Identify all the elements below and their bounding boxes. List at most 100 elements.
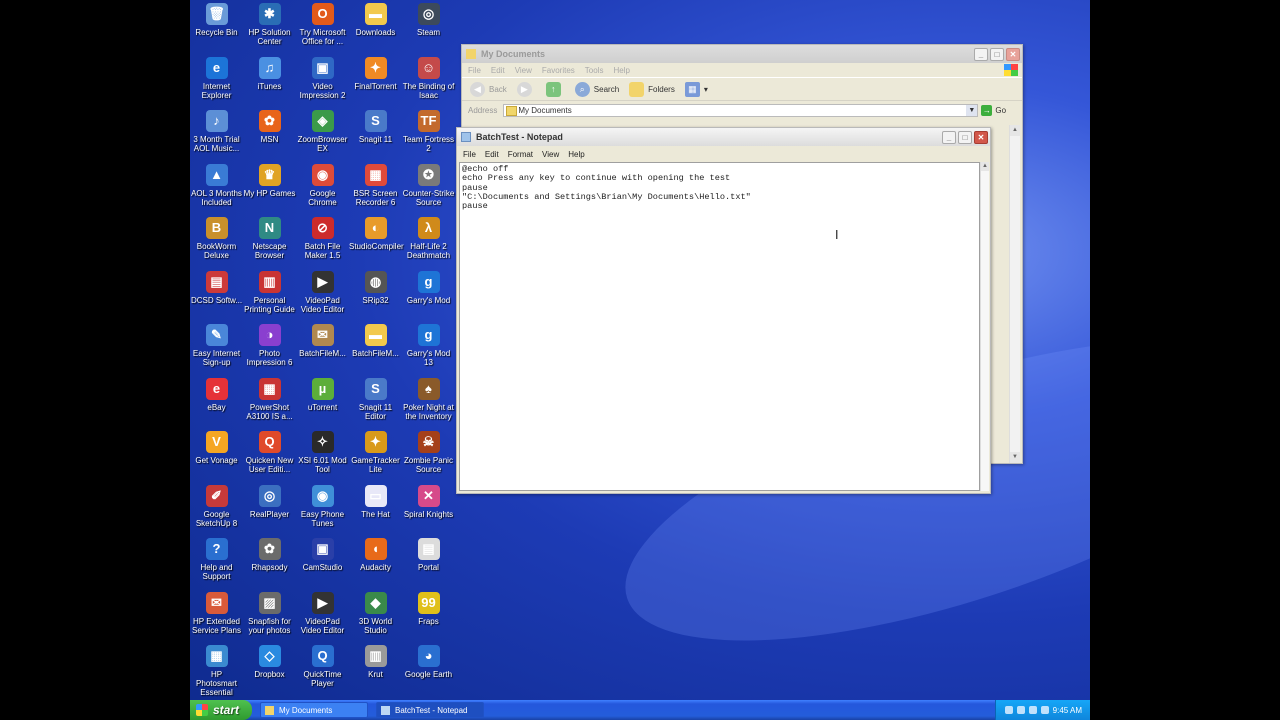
scroll-up-icon[interactable]: ▲	[1010, 125, 1020, 136]
desktop-icon-studiocompiler[interactable]: ◐ StudioCompiler	[349, 215, 404, 251]
desktop-icon-netscape-browser[interactable]: N Netscape Browser	[243, 215, 296, 260]
desktop-icon-downloads[interactable]: ▬ Downloads	[349, 1, 402, 37]
desktop-icon-easy-internet-sign-up[interactable]: ✎ Easy Internet Sign-up	[190, 322, 243, 367]
start-button[interactable]: start	[190, 700, 252, 720]
tray-network-icon[interactable]	[1016, 706, 1025, 714]
desktop-icon-zoombrowser-ex[interactable]: ◈ ZoomBrowser EX	[296, 108, 349, 153]
clock[interactable]: 9:45 AM	[1053, 706, 1082, 715]
desktop-icon-help-and-support[interactable]: ? Help and Support	[190, 536, 243, 581]
task-notepad[interactable]: BatchTest - Notepad	[376, 702, 484, 718]
desktop-icon-gametracker-lite[interactable]: ✦ GameTracker Lite	[349, 429, 402, 474]
desktop-icon-batch-file-maker-1-5[interactable]: ⊘ Batch File Maker 1.5	[296, 215, 349, 260]
desktop-icon-utorrent[interactable]: µ uTorrent	[296, 376, 349, 412]
desktop-icon-dropbox[interactable]: ◇ Dropbox	[243, 643, 296, 679]
my-documents-scrollbar[interactable]: ▲ ▼	[1009, 125, 1020, 463]
up-folder-button[interactable]: ↑	[545, 81, 565, 97]
maximize-button[interactable]: □	[958, 130, 972, 144]
desktop-icon-dcsd-softw[interactable]: ▤ DCSD Softw...	[190, 269, 243, 305]
scroll-down-icon[interactable]: ▼	[1010, 452, 1020, 463]
desktop-icon-get-vonage[interactable]: V Get Vonage	[190, 429, 243, 465]
desktop-icon-portal[interactable]: ▤ Portal	[402, 536, 455, 572]
minimize-button[interactable]: _	[942, 130, 956, 144]
maximize-button[interactable]: □	[990, 47, 1004, 61]
desktop-icon-hp-solution-center[interactable]: ✱ HP Solution Center	[243, 1, 296, 46]
desktop-icon-krut[interactable]: ▥ Krut	[349, 643, 402, 679]
desktop-icon-ebay[interactable]: e eBay	[190, 376, 243, 412]
desktop-icon-my-hp-games[interactable]: ♛ My HP Games	[243, 162, 296, 198]
desktop-icon-garry-s-mod[interactable]: g Garry's Mod	[402, 269, 455, 305]
menu-format[interactable]: Format	[508, 150, 533, 159]
notepad-text-area[interactable]: @echo off echo Press any key to continue…	[459, 162, 980, 491]
desktop-icon-counter-strike-source[interactable]: ✪ Counter-Strike Source	[402, 162, 455, 207]
desktop-icon-google-sketchup-8[interactable]: ✐ Google SketchUp 8	[190, 483, 243, 528]
desktop-icon-batchfilem[interactable]: ▬ BatchFileM...	[349, 322, 402, 358]
desktop-icon-rhapsody[interactable]: ✿ Rhapsody	[243, 536, 296, 572]
desktop-icon-personal-printing-guide[interactable]: ▥ Personal Printing Guide	[243, 269, 296, 314]
desktop-icon-the-binding-of-isaac[interactable]: ☺ The Binding of Isaac	[402, 55, 455, 100]
desktop-icon-poker-night-at-the-inventory[interactable]: ♠ Poker Night at the Inventory	[402, 376, 455, 421]
desktop-icon-videopad-video-editor[interactable]: ▶ VideoPad Video Editor	[296, 269, 349, 314]
desktop-icon-hp-photosmart-essential[interactable]: ▦ HP Photosmart Essential	[190, 643, 243, 697]
desktop-icon-half-life-2-deathmatch[interactable]: λ Half-Life 2 Deathmatch	[402, 215, 455, 260]
desktop-icon-realplayer[interactable]: ◎ RealPlayer	[243, 483, 296, 519]
menu-edit[interactable]: Edit	[491, 66, 505, 75]
desktop-icon-bookworm-deluxe[interactable]: B BookWorm Deluxe	[190, 215, 243, 260]
desktop-icon-aol-3-months-included[interactable]: ▲ AOL 3 Months Included	[190, 162, 243, 207]
desktop-icon-bsr-screen-recorder-6[interactable]: ▦ BSR Screen Recorder 6	[349, 162, 402, 207]
desktop-icon-the-hat[interactable]: ▭ The Hat	[349, 483, 402, 519]
folders-button[interactable]: Folders	[629, 81, 675, 97]
desktop-icon-easy-phone-tunes[interactable]: ◉ Easy Phone Tunes	[296, 483, 349, 528]
menu-favorites[interactable]: Favorites	[542, 66, 575, 75]
my-documents-titlebar[interactable]: My Documents _ □ ✕	[462, 45, 1022, 63]
notepad-window[interactable]: BatchTest - Notepad _ □ ✕ File Edit Form…	[456, 127, 991, 494]
task-my-documents[interactable]: My Documents	[260, 702, 368, 718]
menu-help[interactable]: Help	[613, 66, 629, 75]
desktop-icon-3-month-trial-aol-music[interactable]: ♪ 3 Month Trial AOL Music...	[190, 108, 243, 153]
desktop-icon-itunes[interactable]: ♫ iTunes	[243, 55, 296, 91]
back-button[interactable]: ◀ Back	[470, 81, 507, 97]
desktop-icon-quicktime-player[interactable]: Q QuickTime Player	[296, 643, 349, 688]
desktop-icon-garry-s-mod-13[interactable]: g Garry's Mod 13	[402, 322, 455, 367]
desktop-icon-3d-world-studio[interactable]: ◆ 3D World Studio	[349, 590, 402, 635]
desktop-icon-msn[interactable]: ✿ MSN	[243, 108, 296, 144]
desktop-icon-google-earth[interactable]: ◕ Google Earth	[402, 643, 455, 679]
address-dropdown-icon[interactable]: ▼	[966, 104, 978, 116]
menu-help[interactable]: Help	[568, 150, 584, 159]
desktop-icon-video-impression-2[interactable]: ▣ Video Impression 2	[296, 55, 349, 100]
desktop-icon-zombie-panic-source[interactable]: ☠ Zombie Panic Source	[402, 429, 455, 474]
desktop-icon-camstudio[interactable]: ▣ CamStudio	[296, 536, 349, 572]
desktop-icon-snagit-11[interactable]: S Snagit 11	[349, 108, 402, 144]
menu-file[interactable]: File	[468, 66, 481, 75]
desktop-icon-audacity[interactable]: ◖ Audacity	[349, 536, 402, 572]
menu-view[interactable]: View	[542, 150, 559, 159]
desktop-icon-google-chrome[interactable]: ◉ Google Chrome	[296, 162, 349, 207]
menu-file[interactable]: File	[463, 150, 476, 159]
desktop-icon-batchfilem[interactable]: ✉ BatchFileM...	[296, 322, 349, 358]
desktop-icon-recycle-bin[interactable]: 🗑 Recycle Bin	[190, 1, 243, 37]
tray-volume-icon[interactable]	[1028, 706, 1037, 714]
close-button[interactable]: ✕	[1006, 47, 1020, 61]
desktop-icon-internet-explorer[interactable]: e Internet Explorer	[190, 55, 243, 100]
views-button[interactable]: ▦ ▾	[684, 81, 708, 97]
desktop-icon-steam[interactable]: ◎ Steam	[402, 1, 455, 37]
notepad-titlebar[interactable]: BatchTest - Notepad _ □ ✕	[457, 128, 990, 146]
go-button[interactable]: → Go	[981, 104, 1006, 116]
menu-tools[interactable]: Tools	[585, 66, 604, 75]
desktop-icon-quicken-new-user-editi[interactable]: Q Quicken New User Editi...	[243, 429, 296, 474]
desktop-icon-photo-impression-6[interactable]: ◑ Photo Impression 6	[243, 322, 296, 367]
scroll-up-icon[interactable]: ▲	[981, 162, 989, 171]
minimize-button[interactable]: _	[974, 47, 988, 61]
forward-button[interactable]: ▶	[516, 81, 536, 97]
desktop-icon-snagit-11-editor[interactable]: S Snagit 11 Editor	[349, 376, 402, 421]
search-button[interactable]: ⌕ Search	[574, 81, 619, 97]
close-button[interactable]: ✕	[974, 130, 988, 144]
menu-view[interactable]: View	[515, 66, 532, 75]
notepad-scrollbar[interactable]: ▲	[980, 162, 989, 491]
desktop-icon-xsi-6-01-mod-tool[interactable]: ✧ XSI 6.01 Mod Tool	[296, 429, 349, 474]
desktop-icon-team-fortress-2[interactable]: TF Team Fortress 2	[402, 108, 455, 153]
desktop-icon-spiral-knights[interactable]: ✕ Spiral Knights	[402, 483, 455, 519]
address-field[interactable]: My Documents ▼	[503, 103, 979, 117]
tray-chevron-icon[interactable]	[1004, 706, 1013, 714]
desktop-icon-try-microsoft-office-for[interactable]: O Try Microsoft Office for ...	[296, 1, 349, 46]
menu-edit[interactable]: Edit	[485, 150, 499, 159]
